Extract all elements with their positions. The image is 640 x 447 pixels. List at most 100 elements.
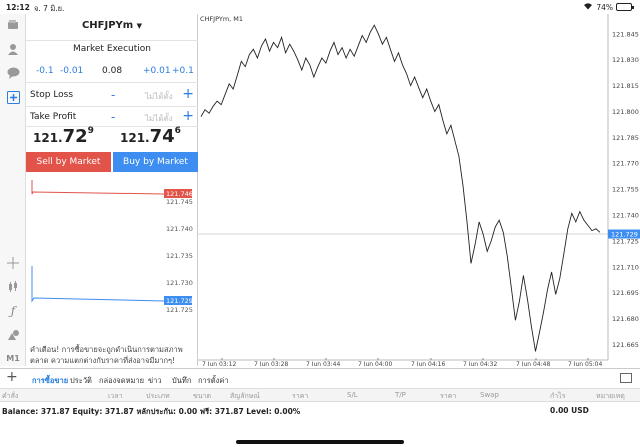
chart-title: CHFJPYm, M1 — [200, 15, 243, 23]
column-header: คำสั่ง — [2, 392, 19, 400]
tab-news[interactable]: ข่าว — [148, 375, 162, 387]
execution-type[interactable]: Market Execution — [26, 44, 198, 54]
mini-tick-label: 121.735 — [166, 252, 193, 260]
battery-percent: 74% — [596, 2, 613, 12]
status-right: 74% — [583, 2, 634, 12]
terminal-tabbar: + การซื้อขาย ประวัติ กล่องจดหมาย ข่าว บั… — [0, 368, 640, 388]
x-tick-label: 7 Jun 03:28 — [254, 361, 288, 366]
volume-value[interactable]: 0.08 — [102, 66, 122, 76]
x-tick-label: 7 Jun 04:32 — [463, 361, 497, 366]
stop-loss-minus[interactable]: - — [111, 88, 115, 102]
price-series-line — [200, 24, 601, 352]
tab-history[interactable]: ประวัติ — [70, 375, 92, 387]
x-tick-label: 7 Jun 04:48 — [516, 361, 550, 366]
x-tick-label: 7 Jun 04:16 — [411, 361, 445, 366]
chevron-down-icon: ▼ — [136, 22, 143, 30]
y-tick-label: 121.770 — [612, 160, 639, 168]
y-tick-label: 121.800 — [612, 108, 639, 116]
current-price-label: 121.729 — [611, 230, 638, 238]
stop-loss-input[interactable]: ไม่ได้ตั้ง — [145, 90, 173, 103]
column-header: S/L — [347, 391, 358, 399]
tab-journal[interactable]: บันทึก — [172, 375, 191, 387]
volume-plus-001[interactable]: +0.01 — [143, 66, 171, 76]
y-tick-label: 121.695 — [612, 289, 639, 297]
sell-by-market-button[interactable]: Sell by Market — [26, 152, 111, 172]
stop-loss-label: Stop Loss — [30, 90, 74, 100]
execution-warning: คำเตือน! การซื้อขายจะถูกดำเนินการตามสภาพ… — [30, 345, 183, 365]
y-tick-label: 121.785 — [612, 134, 639, 142]
take-profit-input[interactable]: ไม่ได้ตั้ง — [145, 112, 173, 125]
tick-chart: 121.746 121.745 121.740 121.735 121.730 … — [31, 180, 193, 314]
user-icon[interactable] — [4, 40, 22, 58]
column-header: T/P — [395, 391, 406, 399]
mini-tick-label: 121.730 — [166, 279, 193, 287]
tab-mailbox[interactable]: กล่องจดหมาย — [99, 375, 144, 387]
add-icon[interactable]: + — [6, 369, 18, 385]
y-tick-label: 121.815 — [612, 82, 639, 90]
timeframe-button[interactable]: M1 — [4, 349, 22, 367]
mini-tick-label: 121.745 — [166, 198, 193, 206]
chat-icon[interactable] — [4, 64, 22, 82]
ask-tick-line — [31, 180, 165, 195]
candles-icon[interactable] — [4, 278, 22, 296]
x-tick-label: 7 Jun 04:00 — [358, 361, 392, 366]
status-bar: 12:12 จ. 7 มิ.ย. 74% — [0, 0, 640, 14]
stop-loss-plus[interactable]: + — [182, 86, 194, 102]
column-header: ขนาด — [193, 392, 212, 400]
objects-icon[interactable] — [4, 326, 22, 344]
battery-icon — [616, 3, 634, 11]
column-header: ราคา — [440, 392, 457, 400]
price-chart[interactable]: CHFJPYm, M1 121.845 121.830 121.815 121.800… — [198, 14, 640, 366]
y-tick-label: 121.710 — [612, 263, 639, 271]
orders-table-header: คำสั่ง เวลา ประเภท ขนาด สัญลักษณ์ ราคา S… — [0, 388, 640, 402]
function-icon[interactable]: ƒ — [4, 302, 22, 320]
tab-trade[interactable]: การซื้อขาย — [32, 375, 68, 387]
wallet-icon[interactable] — [4, 16, 22, 34]
column-header: กำไร — [550, 392, 566, 400]
y-tick-label: 121.665 — [612, 341, 639, 349]
symbol-name: CHFJPYm — [81, 20, 134, 31]
take-profit-minus[interactable]: - — [111, 110, 115, 124]
collapse-panel-icon[interactable] — [620, 373, 632, 383]
wifi-icon — [583, 2, 593, 12]
column-header: ประเภท — [146, 392, 170, 400]
y-tick-label: 121.680 — [612, 315, 639, 323]
symbol-selector[interactable]: CHFJPYm ▼ — [26, 20, 198, 31]
y-tick-label: 121.725 — [612, 237, 639, 245]
tab-settings[interactable]: การตั้งค่า — [198, 375, 229, 387]
volume-plus-01[interactable]: +0.1 — [172, 66, 194, 76]
clock: 12:12 — [6, 3, 30, 12]
x-axis-ticks: 7 Jun 03:12 7 Jun 03:28 7 Jun 03:44 7 Jun 0… — [202, 358, 602, 366]
take-profit-label: Take Profit — [30, 112, 77, 122]
take-profit-plus[interactable]: + — [182, 108, 194, 124]
buy-by-market-button[interactable]: Buy by Market — [113, 152, 198, 172]
crosshair-icon[interactable] — [4, 254, 22, 272]
bid-price: 121.729 — [33, 126, 94, 147]
y-tick-label: 121.845 — [612, 30, 639, 38]
x-tick-label: 7 Jun 05:04 — [568, 361, 602, 366]
y-tick-label: 121.740 — [612, 212, 639, 220]
mini-tick-label: 121.725 — [166, 306, 193, 314]
stop-loss-row: Stop Loss - ไม่ได้ตั้ง + — [30, 86, 194, 104]
ask-price-label: 121.746 — [166, 190, 193, 198]
ask-price: 121.746 — [120, 126, 181, 147]
new-order-icon[interactable] — [4, 88, 22, 106]
bid-tick-line — [31, 266, 165, 303]
left-toolbar: ƒ M1 — [0, 14, 26, 366]
column-header: ราคา — [292, 392, 309, 400]
volume-minus-01[interactable]: -0.1 — [36, 66, 54, 76]
volume-minus-001[interactable]: -0.01 — [60, 66, 83, 76]
x-tick-label: 7 Jun 03:12 — [202, 361, 236, 366]
order-panel: CHFJPYm ▼ Market Execution -0.1 -0.01 0.… — [26, 14, 198, 366]
divider — [26, 82, 198, 83]
home-indicator[interactable] — [236, 440, 404, 444]
column-header: Swap — [480, 391, 499, 399]
y-tick-label: 121.755 — [612, 186, 639, 194]
column-header: หมายเหตุ — [596, 392, 625, 400]
divider — [26, 40, 198, 41]
y-tick-label: 121.830 — [612, 56, 639, 64]
account-summary: Balance: 371.87 Equity: 371.87 หลักประกั… — [0, 403, 640, 417]
floating-profit: 0.00 USD — [550, 406, 589, 415]
divider — [26, 106, 198, 107]
balance-text: Balance: 371.87 Equity: 371.87 หลักประกั… — [2, 407, 301, 416]
